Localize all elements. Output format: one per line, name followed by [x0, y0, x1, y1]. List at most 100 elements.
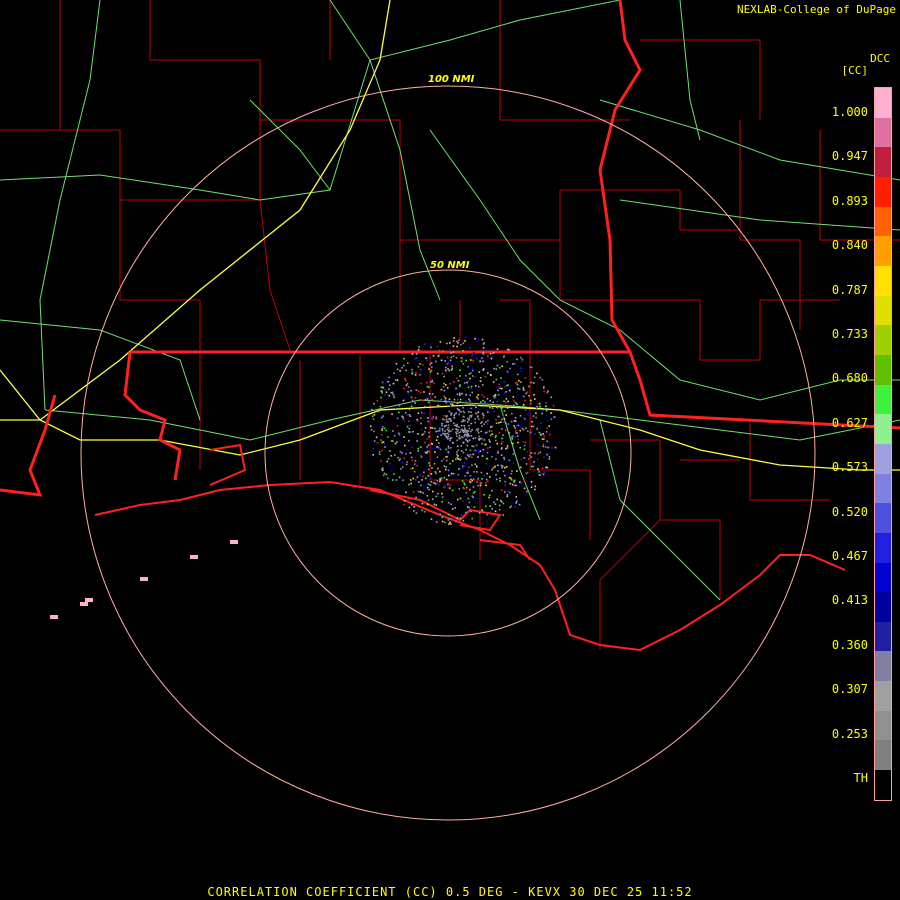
echo-pixel: [391, 465, 394, 468]
echo-pixel: [457, 342, 459, 344]
echo-pixel: [430, 369, 433, 372]
echo-pixel: [420, 428, 423, 431]
echo-pixel: [437, 446, 440, 449]
echo-pixel: [417, 412, 420, 414]
echo-pixel: [450, 356, 453, 359]
echo-pixel: [381, 392, 383, 394]
color-scale-tick-label: 0.680: [831, 371, 868, 386]
echo-pixel: [463, 411, 466, 414]
echo-pixel: [435, 360, 437, 363]
echo-pixel: [430, 473, 433, 475]
echo-pixel: [495, 422, 498, 424]
echo-pixel: [541, 412, 543, 415]
echo-pixel: [407, 390, 409, 393]
echo-pixel: [517, 393, 520, 396]
echo-pixel: [500, 442, 503, 445]
echo-pixel: [520, 482, 523, 484]
echo-pixel: [516, 432, 519, 434]
echo-pixel: [372, 454, 374, 456]
echo-pixel: [455, 431, 457, 434]
echo-pixel: [554, 446, 557, 449]
echo-pixel: [449, 462, 451, 465]
echo-pixel: [408, 414, 411, 416]
echo-pixel: [424, 405, 426, 408]
echo-pixel: [520, 466, 522, 469]
echo-pixel: [426, 486, 429, 489]
echo-pixel: [445, 418, 448, 421]
echo-pixel: [411, 446, 413, 448]
echo-pixel: [445, 421, 448, 423]
echo-pixel: [489, 405, 492, 408]
echo-pixel: [492, 467, 494, 469]
echo-pixel: [381, 390, 383, 393]
echo-pixel: [511, 413, 513, 415]
echo-pixel: [403, 419, 405, 422]
echo-pixel: [493, 396, 496, 399]
echo-pixel: [387, 436, 389, 438]
echo-pixel: [408, 431, 410, 433]
echo-pixel: [507, 371, 510, 374]
echo-pixel: [422, 492, 424, 494]
echo-pixel: [453, 398, 456, 401]
echo-pixel: [488, 496, 490, 499]
echo-pixel: [455, 520, 457, 523]
echo-pixel: [502, 415, 504, 418]
echo-pixel: [469, 394, 471, 396]
echo-pixel: [463, 382, 466, 384]
echo-pixel: [390, 391, 393, 394]
echo-pixel: [435, 430, 437, 433]
echo-pixel: [448, 410, 451, 413]
echo-pixel: [463, 435, 466, 437]
echo-pixel: [440, 477, 443, 479]
echo-pixel: [459, 517, 462, 520]
echo-pixel: [515, 496, 518, 498]
echo-pixel: [488, 439, 490, 441]
echo-pixel: [428, 450, 431, 453]
echo-pixel: [410, 405, 413, 407]
echo-pixel: [471, 354, 473, 357]
echo-pixel: [443, 419, 446, 421]
echo-pixel: [372, 418, 375, 420]
echo-pixel: [458, 468, 460, 470]
echo-pixel: [459, 431, 462, 433]
echo-pixel: [85, 598, 93, 602]
echo-pixel: [436, 436, 439, 438]
echo-pixel: [546, 419, 549, 422]
echo-pixel: [456, 453, 458, 456]
echo-pixel: [447, 424, 450, 427]
echo-pixel: [452, 345, 455, 347]
color-scale-tick-label: 0.253: [831, 726, 868, 741]
echo-pixel: [461, 436, 464, 439]
echo-pixel: [431, 447, 433, 449]
echo-pixel: [541, 467, 544, 470]
echo-pixel: [450, 414, 452, 416]
echo-pixel: [435, 439, 438, 441]
echo-pixel: [488, 494, 491, 496]
echo-pixel: [494, 503, 497, 505]
echo-pixel: [476, 471, 478, 473]
echo-pixel: [383, 427, 386, 430]
echo-pixel: [373, 430, 375, 433]
echo-pixel: [519, 446, 521, 449]
echo-pixel: [430, 346, 432, 349]
echo-pixel: [451, 508, 454, 510]
echo-pixel: [410, 390, 412, 392]
echo-pixel: [401, 462, 404, 464]
echo-pixel: [495, 418, 497, 421]
echo-pixel: [543, 386, 545, 388]
echo-pixel: [382, 415, 385, 417]
echo-pixel: [480, 499, 482, 502]
echo-pixel: [439, 513, 442, 515]
echo-pixel: [443, 432, 445, 435]
echo-pixel: [454, 475, 457, 477]
echo-pixel: [430, 362, 433, 364]
echo-pixel: [453, 337, 455, 339]
echo-pixel: [466, 506, 469, 508]
echo-pixel: [415, 496, 417, 499]
echo-pixel: [487, 447, 489, 449]
echo-pixel: [503, 458, 506, 461]
echo-pixel: [553, 416, 556, 418]
echo-pixel: [501, 418, 503, 421]
echo-pixel: [405, 463, 408, 466]
echo-pixel: [512, 396, 515, 398]
